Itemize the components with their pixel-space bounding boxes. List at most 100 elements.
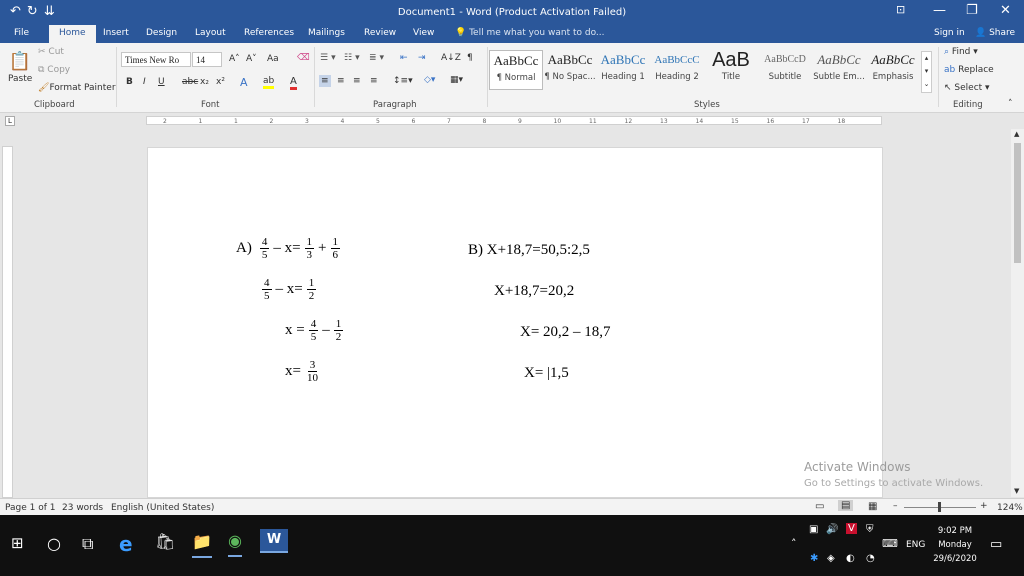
document-page[interactable]: A) 45 – x= 13 + 16 45 – x= 12 x = 45 – 1…: [147, 147, 883, 498]
zoom-level[interactable]: 124%: [997, 503, 1023, 513]
styles-scroll-buttons[interactable]: ▴ ▾ ⌄: [921, 51, 932, 93]
word-taskbar-icon[interactable]: W: [260, 529, 288, 553]
vertical-ruler[interactable]: [2, 146, 13, 498]
dropbox-icon[interactable]: ◈: [827, 553, 835, 564]
sort-button[interactable]: A↓Z: [441, 53, 461, 63]
edge-browser-icon[interactable]: e: [119, 532, 133, 556]
web-layout-icon[interactable]: ▦: [868, 501, 877, 512]
font-name-select[interactable]: Times New Ro: [121, 52, 191, 67]
search-circle-icon[interactable]: ○: [47, 534, 61, 553]
tab-references[interactable]: References: [244, 28, 294, 38]
page-count[interactable]: Page 1 of 1: [5, 503, 56, 513]
app-icon[interactable]: ◉: [228, 531, 242, 557]
scroll-down-icon[interactable]: ▼: [1014, 487, 1019, 495]
format-painter-button[interactable]: 🖌Format Painter: [38, 83, 116, 93]
replace-button[interactable]: ab Replace: [944, 65, 994, 75]
zoom-in-button[interactable]: +: [980, 501, 988, 511]
numbering-button[interactable]: ☷▾: [344, 53, 363, 63]
task-view-icon[interactable]: ⧉: [82, 534, 93, 554]
vertical-scrollbar[interactable]: ▲ ▼: [1011, 129, 1024, 497]
italic-button[interactable]: I: [143, 77, 146, 87]
wifi-icon[interactable]: ◔: [866, 553, 875, 564]
tab-selector[interactable]: L: [5, 116, 15, 126]
read-mode-icon[interactable]: ▭: [815, 501, 824, 512]
tab-layout[interactable]: Layout: [195, 28, 226, 38]
scroll-thumb[interactable]: [1014, 143, 1021, 263]
collapse-ribbon-icon[interactable]: ˄: [1008, 99, 1013, 109]
superscript-button[interactable]: x²: [216, 77, 225, 87]
tab-home[interactable]: Home: [49, 25, 96, 43]
shading-button[interactable]: ◇▾: [424, 75, 435, 85]
bullets-button[interactable]: ☰▾: [320, 53, 339, 63]
bluetooth-icon[interactable]: ✱: [810, 553, 818, 564]
change-case-button[interactable]: Aa: [267, 54, 279, 64]
increase-indent-button[interactable]: ⇥: [418, 53, 426, 63]
cut-button[interactable]: ✂ Cut: [38, 47, 64, 57]
system-clock[interactable]: 9:02 PM Monday 29/6/2020: [925, 524, 985, 566]
zoom-out-button[interactable]: –: [893, 501, 898, 511]
store-icon[interactable]: 🛍: [155, 532, 175, 551]
restore-button[interactable]: ❐: [966, 3, 978, 18]
strikethrough-button[interactable]: abc: [182, 77, 198, 87]
style-emphasis[interactable]: AaBbCc Emphasis: [866, 50, 920, 90]
style-no-spacing[interactable]: AaBbCc ¶ No Spac...: [543, 50, 597, 90]
bold-button[interactable]: B: [126, 77, 133, 87]
decrease-indent-button[interactable]: ⇤: [400, 53, 408, 63]
tab-file[interactable]: File: [14, 28, 29, 38]
notifications-icon[interactable]: ▭: [990, 537, 1002, 552]
style-heading-2[interactable]: AaBbCcC Heading 2: [650, 50, 704, 90]
align-left-button[interactable]: ≡: [319, 75, 331, 87]
ribbon-display-icon[interactable]: ⊡: [896, 3, 905, 16]
language-indicator[interactable]: English (United States): [111, 503, 214, 513]
sign-in-link[interactable]: Sign in: [934, 28, 965, 38]
text-effects-button[interactable]: A: [240, 76, 248, 89]
input-language[interactable]: ENG: [906, 540, 925, 550]
zoom-slider-thumb[interactable]: [938, 502, 941, 512]
underline-button[interactable]: U: [158, 77, 165, 87]
copy-button[interactable]: ⧉ Copy: [38, 65, 70, 75]
tab-design[interactable]: Design: [146, 28, 177, 38]
multilevel-list-button[interactable]: ≣▾: [369, 53, 387, 63]
justify-button[interactable]: ≡: [370, 76, 378, 86]
scroll-up-icon[interactable]: ▲: [1014, 130, 1019, 138]
font-color-button[interactable]: A: [290, 76, 297, 90]
grow-font-button[interactable]: A˄: [229, 54, 240, 64]
style-subtle-emphasis[interactable]: AaBbCc Subtle Em...: [812, 50, 866, 90]
minimize-button[interactable]: —: [933, 3, 946, 18]
horizontal-ruler[interactable]: 2 1 1 2 3 4 5 6 7 8 9 10 11 12 13 14 15 16 17 18: [146, 116, 882, 125]
clear-formatting-icon[interactable]: ⌫: [297, 53, 310, 63]
network-tray-icon[interactable]: ▣: [809, 524, 818, 535]
highlight-button[interactable]: ab: [263, 76, 275, 89]
borders-button[interactable]: ▦▾: [450, 75, 463, 85]
chat-tray-icon[interactable]: ◐: [846, 553, 855, 564]
windows-start-icon[interactable]: ⊞: [11, 534, 24, 552]
show-formatting-button[interactable]: ¶: [467, 53, 473, 63]
tell-me-input[interactable]: 💡 Tell me what you want to do...: [455, 28, 605, 38]
font-size-select[interactable]: 14: [192, 52, 222, 67]
line-spacing-button[interactable]: ↕≡▾: [393, 76, 413, 86]
show-hidden-icons-icon[interactable]: ˄: [791, 537, 797, 550]
tab-review[interactable]: Review: [364, 28, 396, 38]
style-heading-1[interactable]: AaBbCc Heading 1: [596, 50, 650, 90]
antivirus-tray-icon[interactable]: V: [846, 523, 857, 534]
file-explorer-icon[interactable]: 📁: [192, 532, 212, 558]
find-button[interactable]: ⌕ Find ▾: [944, 47, 978, 57]
style-subtitle[interactable]: AaBbCcD Subtitle: [758, 50, 812, 90]
tab-view[interactable]: View: [413, 28, 434, 38]
paste-button[interactable]: Paste: [8, 74, 32, 84]
tab-insert[interactable]: Insert: [103, 28, 129, 38]
keyboard-icon[interactable]: ⌨: [882, 537, 898, 550]
tab-mailings[interactable]: Mailings: [308, 28, 345, 38]
word-count[interactable]: 23 words: [62, 503, 103, 513]
close-button[interactable]: ✕: [1000, 3, 1011, 18]
print-layout-icon[interactable]: ▤: [838, 500, 854, 511]
style-title[interactable]: AaB Title: [704, 50, 758, 90]
shield-tray-icon[interactable]: ⛨: [866, 524, 874, 535]
share-button[interactable]: 👤 Share: [975, 28, 1015, 38]
style-normal[interactable]: AaBbCc ¶ Normal: [489, 50, 543, 90]
paste-icon[interactable]: 📋: [8, 51, 32, 72]
shrink-font-button[interactable]: A˅: [246, 54, 257, 64]
volume-icon[interactable]: 🔊: [826, 524, 838, 535]
select-button[interactable]: ↖ Select ▾: [944, 83, 990, 93]
subscript-button[interactable]: x₂: [200, 77, 209, 87]
